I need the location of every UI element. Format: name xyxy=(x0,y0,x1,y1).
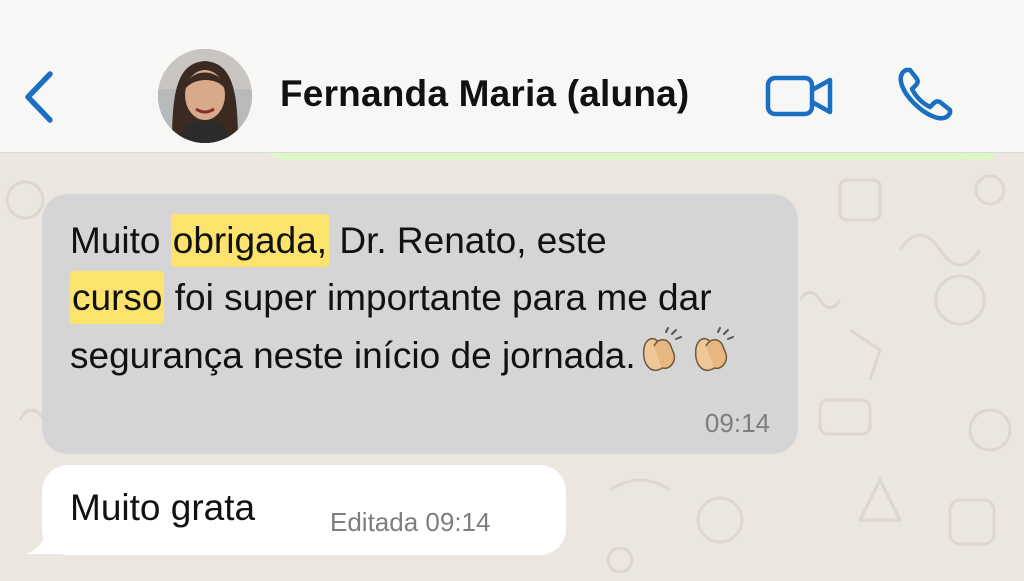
message-text-part: Dr. Renato, este xyxy=(329,220,607,261)
message-text: Muito obrigada, Dr. Renato, este curso f… xyxy=(70,212,780,384)
voice-call-button[interactable] xyxy=(892,62,958,128)
chevron-left-icon xyxy=(25,71,53,123)
incoming-message[interactable]: Muito obrigada, Dr. Renato, este curso f… xyxy=(42,194,798,454)
clapping-hands-icon xyxy=(688,326,740,374)
back-button[interactable] xyxy=(14,62,64,132)
contact-avatar[interactable] xyxy=(158,49,252,143)
chat-header: Fernanda Maria (aluna) xyxy=(0,0,1024,153)
clapping-hands-icon xyxy=(636,326,688,374)
video-camera-icon xyxy=(765,75,833,117)
incoming-message[interactable]: Muito grata Editada 09:14 xyxy=(42,465,566,555)
avatar-photo xyxy=(158,49,252,143)
message-text-part: foi super importante para me dar seguran… xyxy=(70,277,712,376)
message-timestamp: 09:14 xyxy=(704,408,770,438)
search-highlight: curso xyxy=(70,271,165,324)
video-call-button[interactable] xyxy=(762,68,838,124)
contact-name[interactable]: Fernanda Maria (aluna) xyxy=(280,73,689,115)
message-timestamp: Editada 09:14 xyxy=(330,507,491,537)
message-text-part: Muito xyxy=(70,220,171,261)
phone-icon xyxy=(898,67,953,121)
search-highlight: obrigada, xyxy=(170,214,330,267)
